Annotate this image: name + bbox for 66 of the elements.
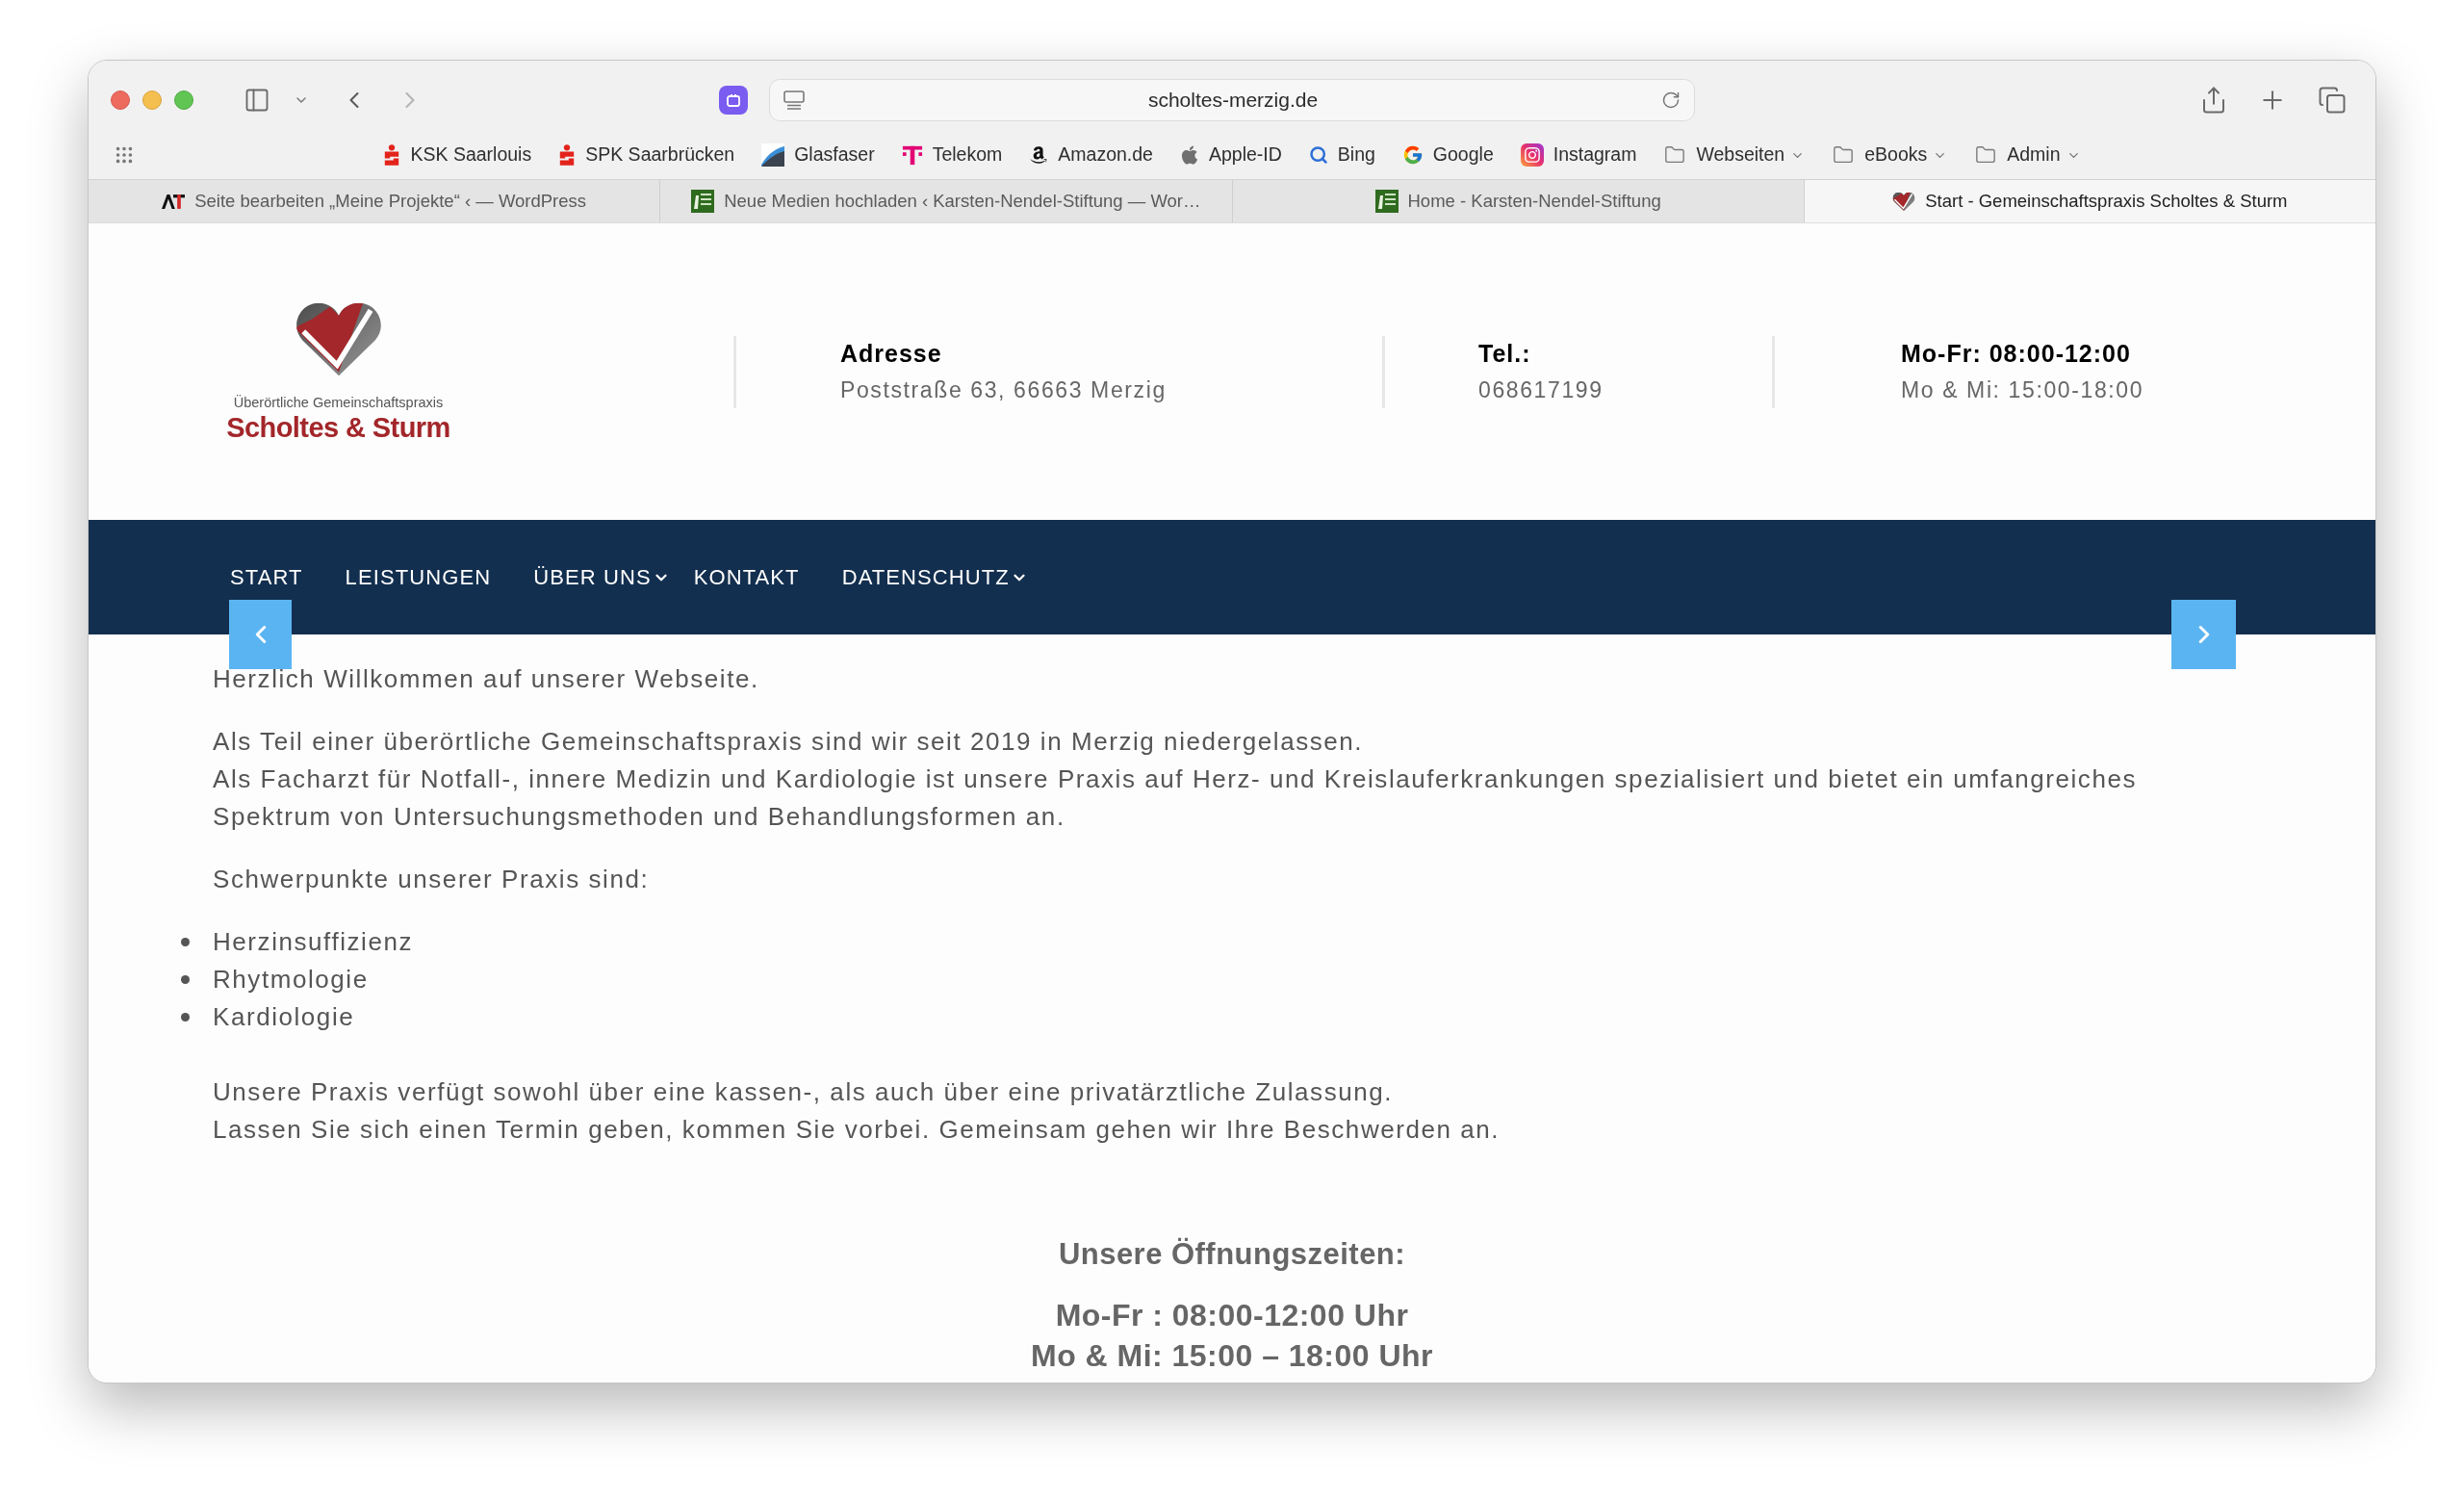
paragraph: Unsere Praxis verfügt sowohl über eine kassen-, als auch über eine privatärztliche Zulassung. [213,1076,1395,1108]
bookmark-link[interactable]: Bing [1308,141,1375,169]
browser-tab[interactable]: Start - Gemeinschaftspraxis Scholtes & Sturm [1803,180,2375,222]
close-button[interactable] [111,91,130,110]
bookmark-link[interactable]: KSK Saarlouis [383,141,532,169]
apps-grid-icon[interactable] [114,144,135,166]
list-item-text: Rhytmologie [213,964,369,996]
slider-prev-button[interactable] [229,600,292,669]
paragraph: Lassen Sie sich einen Termin geben, kommen Sie vorbei. Gemeinsam gehen wir Ihre Beschwerden an. [213,1114,1502,1146]
focus-heading: Schwerpunkte unserer Praxis sind: [213,864,651,895]
paragraph: Als Facharzt für Notfall-, innere Medizin und Kardiologie ist unsere Praxis auf Herz- und Kreislauferkrankungen spezialisiert und bietet ein umfangreiches Spektrum von Untersuchungsmethoden und Behandlungsformen an. [213,763,2138,833]
zoom-button[interactable] [174,91,193,110]
paragraph: Als Teil einer überörtliche Gemeinschaftspraxis sind wir seit 2019 in Merzig niedergelassen. [213,726,1365,758]
camera-logo-icon [1520,143,1544,167]
hours-line: Mo & Mi: 15:00 – 18:00 Uhr [1031,1337,1433,1375]
nav-link[interactable]: DATENSCHUTZ [841,561,1028,593]
nav-link[interactable]: START [230,561,303,593]
folder-icon [1974,144,1998,166]
tile-logo-icon [691,190,715,213]
contact-label: Tel.: [1478,342,1532,366]
contact-value: 068617199 [1478,379,1604,401]
bookmark-link[interactable]: Telekom [901,141,1003,169]
bookmark-folder[interactable]: Webseiten [1663,141,1806,169]
bookmark-link[interactable]: Apple-ID [1179,141,1282,169]
hours-title: Unsere Öffnungszeiten: [1058,1236,1406,1273]
bookmark-link[interactable]: Instagram [1520,141,1637,169]
s-logo-icon [383,144,401,166]
bookmark-folder[interactable]: eBooks [1832,141,1948,169]
g-logo-icon [1401,144,1424,166]
bookmark-link[interactable]: SPK Saarbrücken [558,141,735,169]
slider-next-button[interactable] [2171,600,2236,669]
bookmark-link[interactable]: Glasfaser [761,141,875,169]
nav-link[interactable]: ÜBER UNS [533,561,670,593]
bookmark-link[interactable]: Amazon.de [1029,141,1153,169]
address-bar[interactable]: scholtes-merzig.de [769,79,1695,121]
list-item-text: Herzinsuffizienz [213,926,413,958]
folder-icon [1663,144,1687,166]
hours-line: Mo-Fr : 08:00-12:00 Uhr [1055,1297,1409,1334]
bookmark-link[interactable]: Google [1401,141,1494,169]
list-item-text: Kardiologie [213,1001,355,1033]
swoosh-logo-icon [761,143,785,167]
contact-label: Adresse [840,342,943,366]
bookmark-folder[interactable]: Admin [1974,141,2081,169]
page-menu-icon[interactable] [783,91,805,110]
smile-logo-icon [1029,145,1049,165]
contact-label: Mo-Fr: 08:00-12:00 [1901,342,2132,366]
at-logo-icon [162,194,186,209]
folder-icon [1832,144,1856,166]
logo-wordmark: Scholtes & Sturm [226,414,450,443]
logo-tagline: Überörtliche Gemeinschaftspraxis [233,395,444,410]
nav-link[interactable]: KONTAKT [693,561,800,593]
tile-logo-icon [1374,190,1399,213]
bullet-icon [181,938,190,946]
welcome-text: Herzlich Willkommen auf unserer Webseite. [213,663,760,695]
t-logo-icon [901,143,923,167]
extension-icon[interactable] [719,86,748,115]
s-logo-icon [558,144,577,166]
contact-value: Mo & Mi: 15:00-18:00 [1901,379,2144,401]
bullet-icon [181,975,190,984]
nav-link[interactable]: LEISTUNGEN [345,561,492,593]
contact-value: Poststraße 63, 66663 Merzig [840,379,1168,401]
apple-icon [1179,144,1199,166]
reload-icon[interactable] [1661,91,1681,110]
tab-overview-icon[interactable] [2318,86,2347,115]
search-icon [1308,145,1328,165]
bullet-icon [181,1013,190,1022]
